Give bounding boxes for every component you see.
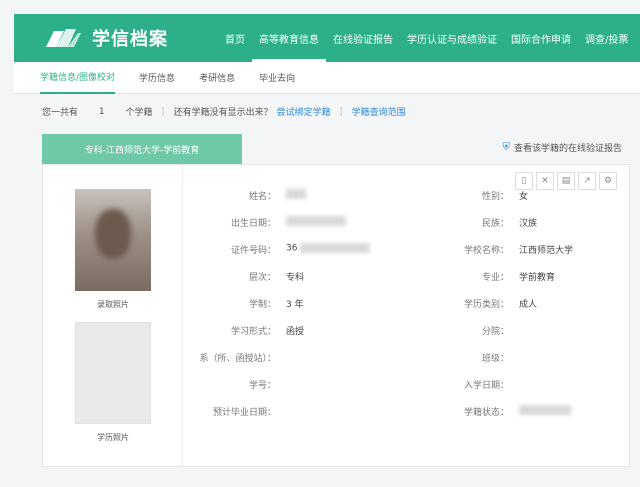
field-label: 班级：: [481, 354, 509, 364]
site-logo[interactable]: 学信档案: [44, 25, 206, 51]
field-row: 系（所、函授站）： 班级：: [183, 351, 629, 378]
face-blur: [95, 209, 131, 259]
nav-survey[interactable]: 调查/投票: [578, 14, 635, 62]
mobile-icon[interactable]: ▯: [515, 172, 533, 190]
subnav-graduation[interactable]: 毕业去向: [259, 62, 295, 94]
field-label: 出生日期：: [230, 219, 276, 229]
export-icon[interactable]: ↗: [578, 172, 596, 190]
field-row: 出生日期： 民族： 汉族: [183, 216, 629, 243]
top-header: 学信档案 首页 高等教育信息 在线验证报告 学历认证与成绩验证 国际合作申请 调…: [14, 14, 640, 62]
logo-text: 学信档案: [92, 29, 168, 50]
expand-icon[interactable]: ✕: [536, 172, 554, 190]
verify-report-link[interactable]: ⛨ 查看该学籍的在线验证报告: [502, 141, 622, 154]
field-label: 学号：: [248, 381, 276, 391]
admission-photo-label: 录取照片: [97, 300, 129, 309]
separator: |: [161, 106, 165, 117]
nav-certification[interactable]: 学历认证与成绩验证: [400, 14, 504, 62]
field-label: 学籍状态：: [463, 408, 509, 418]
field-label: 证件号码：: [230, 246, 276, 256]
nav-online-verification[interactable]: 在线验证报告: [326, 14, 400, 62]
verify-link-label: 查看该学籍的在线验证报告: [513, 144, 622, 154]
field-label: 入学日期：: [463, 381, 509, 391]
ethnicity-value: 汉族: [519, 219, 538, 229]
field-row: 学制： 3 年 学历类别： 成人: [183, 297, 629, 324]
field-label: 层次：: [248, 273, 276, 283]
field-label: 学制：: [248, 300, 276, 310]
field-label: 性别：: [481, 192, 509, 202]
subnav-degree-info[interactable]: 学历信息: [139, 62, 175, 94]
field-row: 证件号码： 36 学校名称： 江西师范大学: [183, 243, 629, 270]
print-icon[interactable]: ▤: [557, 172, 575, 190]
degree-photo-label: 学历照片: [97, 433, 129, 442]
nav-international[interactable]: 国际合作申请: [504, 14, 578, 62]
student-record-tab[interactable]: 专科-江西师范大学-学前教育: [42, 134, 242, 164]
nav-higher-education[interactable]: 高等教育信息: [252, 14, 326, 62]
count-text: 您一共有: [42, 108, 79, 118]
major-value: 学前教育: [519, 273, 556, 283]
field-label: 系（所、函授站）：: [199, 354, 276, 364]
id-prefix: 36: [286, 243, 298, 254]
name-value: [286, 189, 306, 200]
count-unit: 个学籍: [125, 108, 153, 118]
gender-value: 女: [519, 192, 529, 202]
student-record-card: 录取照片 学历照片 ▯ ✕ ▤ ↗ ⚙ 姓名： 性别： 女 出生日期： 民族： …: [42, 164, 630, 467]
field-label: 学校名称：: [463, 246, 509, 256]
bind-student-link[interactable]: 尝试绑定学籍: [277, 105, 331, 118]
birth-date-value: [286, 216, 346, 227]
field-label: 分院：: [481, 327, 509, 337]
field-label: 学习形式：: [230, 327, 276, 337]
id-number-value: 36: [286, 243, 371, 254]
field-row: 姓名： 性别： 女: [183, 189, 629, 216]
field-label: 专业：: [481, 273, 509, 283]
count-value: 1: [98, 106, 105, 117]
subnav-student-status[interactable]: 学籍信息/图像校对: [40, 62, 116, 94]
missing-question: 还有学籍没有显示出来？: [173, 108, 273, 118]
info-bar: 您一共有 1 个学籍 | 还有学籍没有显示出来？ 尝试绑定学籍 | 学籍查询范围: [42, 105, 406, 119]
subnav-exam-info[interactable]: 考研信息: [199, 62, 235, 94]
shield-icon: ⛨: [502, 142, 510, 153]
separator: |: [339, 106, 343, 117]
field-row: 层次： 专科 专业： 学前教育: [183, 270, 629, 297]
query-scope-link[interactable]: 学籍查询范围: [352, 105, 406, 118]
separator: [114, 107, 117, 117]
field-row: 学号： 入学日期：: [183, 378, 629, 405]
sub-nav: 学籍信息/图像校对 学历信息 考研信息 毕业去向: [14, 62, 640, 94]
admission-photo: [75, 189, 151, 291]
logo-book-icon: [46, 29, 81, 47]
separator: [87, 107, 90, 117]
main-nav: 首页 高等教育信息 在线验证报告 学历认证与成绩验证 国际合作申请 调查/投票: [218, 14, 635, 62]
nav-home[interactable]: 首页: [218, 14, 252, 62]
field-label: 学历类别：: [463, 300, 509, 310]
toolbar: ▯ ✕ ▤ ↗ ⚙: [512, 172, 617, 190]
record-fields: 姓名： 性别： 女 出生日期： 民族： 汉族 证件号码： 36 学校名称： 江西…: [183, 189, 629, 432]
settings-icon[interactable]: ⚙: [599, 172, 617, 190]
field-label: 姓名：: [248, 192, 276, 202]
field-label: 预计毕业日期：: [212, 408, 276, 418]
degree-photo: [75, 322, 151, 424]
study-form-value: 函授: [286, 327, 305, 337]
school-value: 江西师范大学: [519, 246, 574, 256]
duration-value: 3 年: [286, 300, 304, 310]
photo-column: 录取照片 学历照片: [43, 165, 183, 466]
field-label: 民族：: [481, 219, 509, 229]
field-row: 预计毕业日期： 学籍状态：: [183, 405, 629, 432]
level-value: 专科: [286, 273, 305, 283]
field-row: 学习形式： 函授 分院：: [183, 324, 629, 351]
status-value: [519, 405, 571, 416]
degree-type-value: 成人: [519, 300, 538, 310]
